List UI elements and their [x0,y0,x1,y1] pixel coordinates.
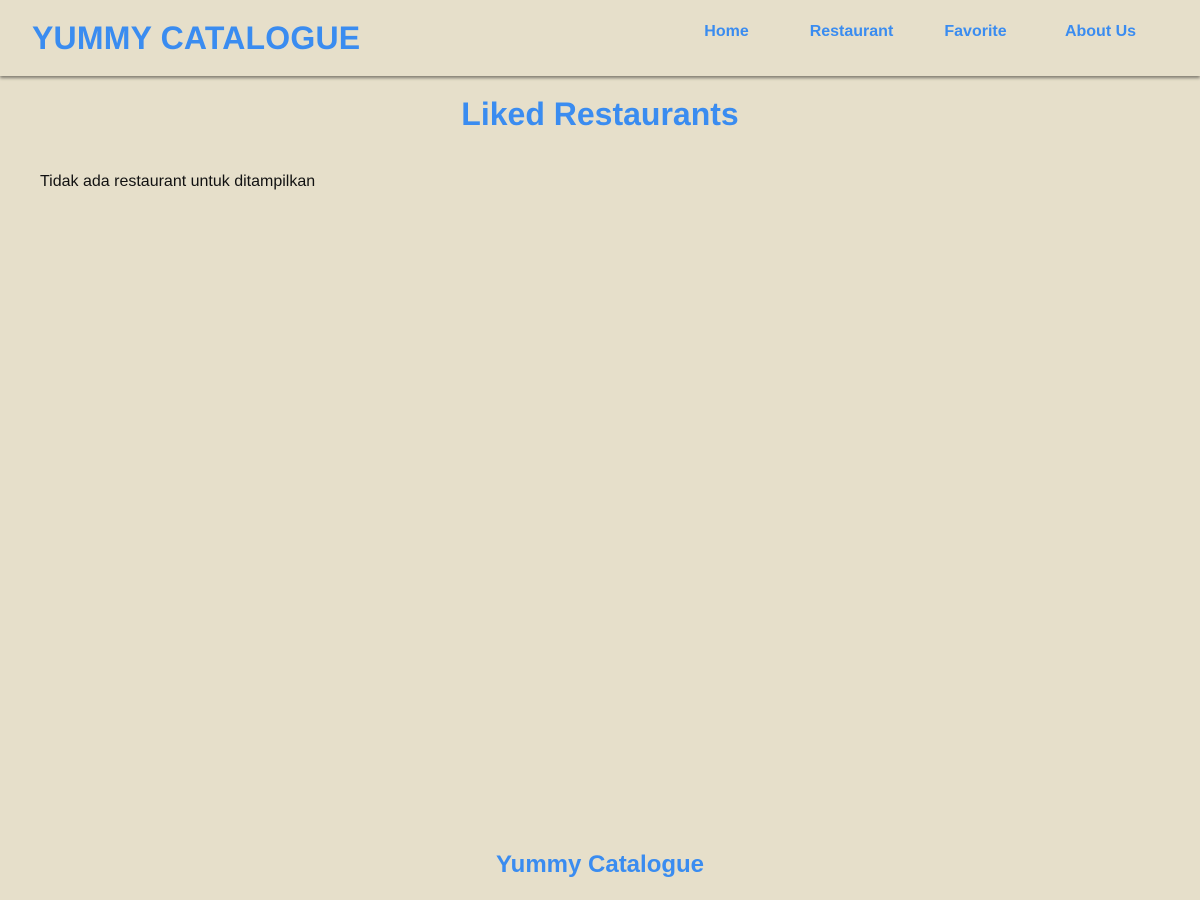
brand-logo-link[interactable]: YUMMY CATALOGUE [32,19,360,57]
nav-item-about-us: About Us [1038,22,1163,42]
nav-item-favorite: Favorite [913,22,1038,42]
nav-link-about-us[interactable]: About Us [1065,23,1136,40]
nav-item-home: Home [664,22,789,42]
nav-link-favorite[interactable]: Favorite [944,23,1006,40]
page-title: Liked Restaurants [461,96,739,132]
app-header: YUMMY CATALOGUE Home Restaurant Favorite… [0,0,1200,76]
empty-state-message: Tidak ada restaurant untuk ditampilkan [40,173,316,190]
footer-title: Yummy Catalogue [495,851,705,878]
nav-link-restaurant[interactable]: Restaurant [810,23,894,40]
nav-link-home[interactable]: Home [704,23,748,40]
nav-item-restaurant: Restaurant [789,22,914,42]
